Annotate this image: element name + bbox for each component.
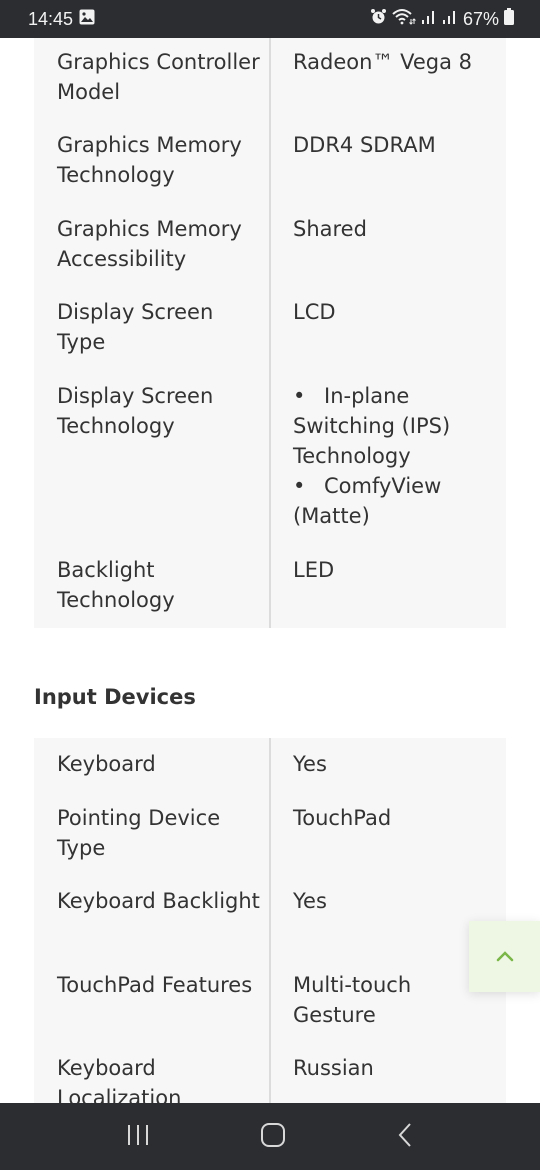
list-item: • In-plane Switching (IPS) Technology	[293, 381, 492, 471]
chevron-up-icon	[495, 947, 515, 966]
spec-value: Russian	[293, 1056, 374, 1080]
spec-label: Graphics Memory Technology	[57, 133, 242, 187]
bullet-icon: •	[293, 474, 306, 498]
section-title-input-devices: Input Devices	[34, 685, 196, 709]
spec-value: LCD	[293, 300, 336, 324]
signal-icon	[421, 9, 437, 30]
signal-icon	[442, 9, 458, 30]
list-item: • ComfyView (Matte)	[293, 471, 492, 531]
gallery-icon	[79, 9, 95, 30]
battery-icon	[504, 8, 514, 30]
table-row: Graphics Controller Model Radeon™ Vega 8	[34, 47, 506, 130]
spec-value: TouchPad	[293, 806, 392, 830]
status-bar: 14:45 67%	[0, 0, 540, 38]
spec-label: Backlight Technology	[57, 558, 175, 612]
page-content: Graphics Controller Model Radeon™ Vega 8…	[0, 38, 540, 1103]
scroll-to-top-button[interactable]	[469, 921, 540, 992]
clock: 14:45	[28, 8, 74, 29]
spec-value: Shared	[293, 217, 367, 241]
spec-label: Graphics Controller Model	[57, 50, 260, 104]
spec-value: LED	[293, 558, 335, 582]
wifi-icon	[392, 8, 416, 30]
bullet-icon: •	[293, 384, 306, 408]
table-row: Keyboard Yes	[34, 749, 506, 803]
input-devices-table: Keyboard Yes Pointing Device Type TouchP…	[34, 738, 506, 1103]
alarm-icon	[370, 8, 387, 30]
spec-value: Radeon™ Vega 8	[293, 50, 472, 74]
spec-label: Keyboard Localization	[57, 1056, 182, 1103]
table-row: Display Screen Type LCD	[34, 297, 506, 381]
spec-label: Pointing Device Type	[57, 806, 221, 860]
spec-label: TouchPad Features	[57, 973, 253, 997]
display-specs-table: Graphics Controller Model Radeon™ Vega 8…	[34, 38, 506, 628]
spec-label: Display Screen Technology	[57, 384, 214, 438]
table-row: TouchPad Features Multi-touch Gesture	[34, 970, 506, 1053]
spec-label: Graphics Memory Accessibility	[57, 217, 242, 271]
table-row: Pointing Device Type TouchPad	[34, 803, 506, 886]
back-button[interactable]	[395, 1122, 415, 1152]
table-row: Display Screen Technology • In-plane Swit…	[34, 381, 506, 555]
recent-apps-button[interactable]	[125, 1123, 151, 1151]
home-button[interactable]	[260, 1122, 286, 1152]
battery-percent: 67%	[462, 8, 499, 29]
table-row: Keyboard Backlight Yes	[34, 886, 506, 970]
table-row: Backlight Technology LED	[34, 555, 506, 628]
spec-value: DDR4 SDRAM	[293, 133, 436, 157]
table-row: Graphics Memory Accessibility Shared	[34, 214, 506, 297]
spec-value: Yes	[293, 752, 327, 776]
spec-label: Display Screen Type	[57, 300, 214, 354]
table-row: Keyboard Localization Russian	[34, 1053, 506, 1103]
spec-label: Keyboard	[57, 752, 156, 776]
spec-value-list: • In-plane Switching (IPS) Technology • Co…	[271, 381, 506, 555]
table-row: Graphics Memory Technology DDR4 SDRAM	[34, 130, 506, 214]
spec-label: Keyboard Backlight	[57, 889, 260, 913]
navigation-bar	[0, 1103, 540, 1170]
